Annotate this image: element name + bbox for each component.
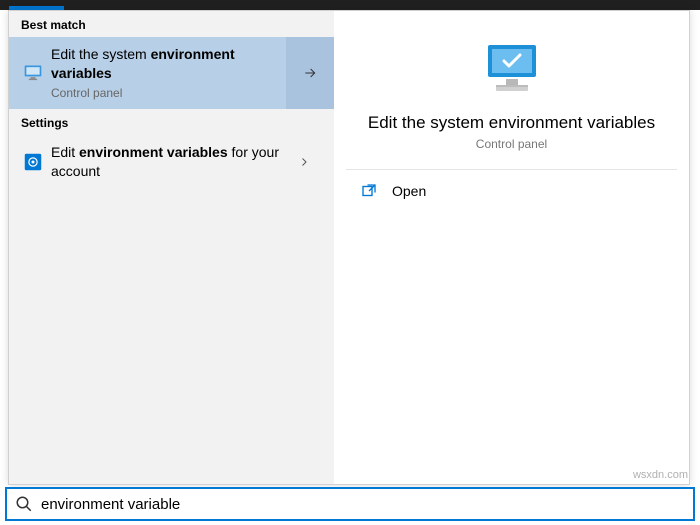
search-bar[interactable] xyxy=(5,487,695,521)
chevron-right-icon[interactable] xyxy=(284,156,324,168)
label-part: Edit the system xyxy=(51,46,151,62)
result-text: Edit the system environment variables Co… xyxy=(47,45,286,101)
detail-category: Control panel xyxy=(354,137,669,151)
monitor-check-icon xyxy=(482,39,542,99)
titlebar xyxy=(0,0,700,10)
result-edit-user-env[interactable]: Edit environment variables for your acco… xyxy=(9,135,334,189)
detail-header: Edit the system environment variables Co… xyxy=(334,11,689,169)
monitor-icon xyxy=(19,63,47,83)
result-text: Edit environment variables for your acco… xyxy=(47,143,284,181)
open-label: Open xyxy=(384,183,426,199)
result-edit-system-env[interactable]: Edit the system environment variables Co… xyxy=(9,37,334,109)
settings-badge-icon xyxy=(19,153,47,171)
open-action[interactable]: Open xyxy=(334,170,689,212)
search-icon xyxy=(7,495,41,513)
label-bold: environment variables xyxy=(79,144,228,160)
watermark: wsxdn.com xyxy=(633,469,688,481)
label-part: Edit xyxy=(51,144,79,160)
result-category: Control panel xyxy=(51,85,286,101)
search-input[interactable] xyxy=(41,496,693,513)
settings-header: Settings xyxy=(9,109,334,135)
expand-arrow[interactable] xyxy=(286,37,334,109)
detail-pane: Edit the system environment variables Co… xyxy=(334,11,689,484)
search-panel: Best match Edit the system environment v… xyxy=(8,10,690,485)
detail-title: Edit the system environment variables xyxy=(354,113,669,133)
results-pane: Best match Edit the system environment v… xyxy=(9,11,334,484)
open-icon xyxy=(360,182,384,200)
best-match-header: Best match xyxy=(9,11,334,37)
